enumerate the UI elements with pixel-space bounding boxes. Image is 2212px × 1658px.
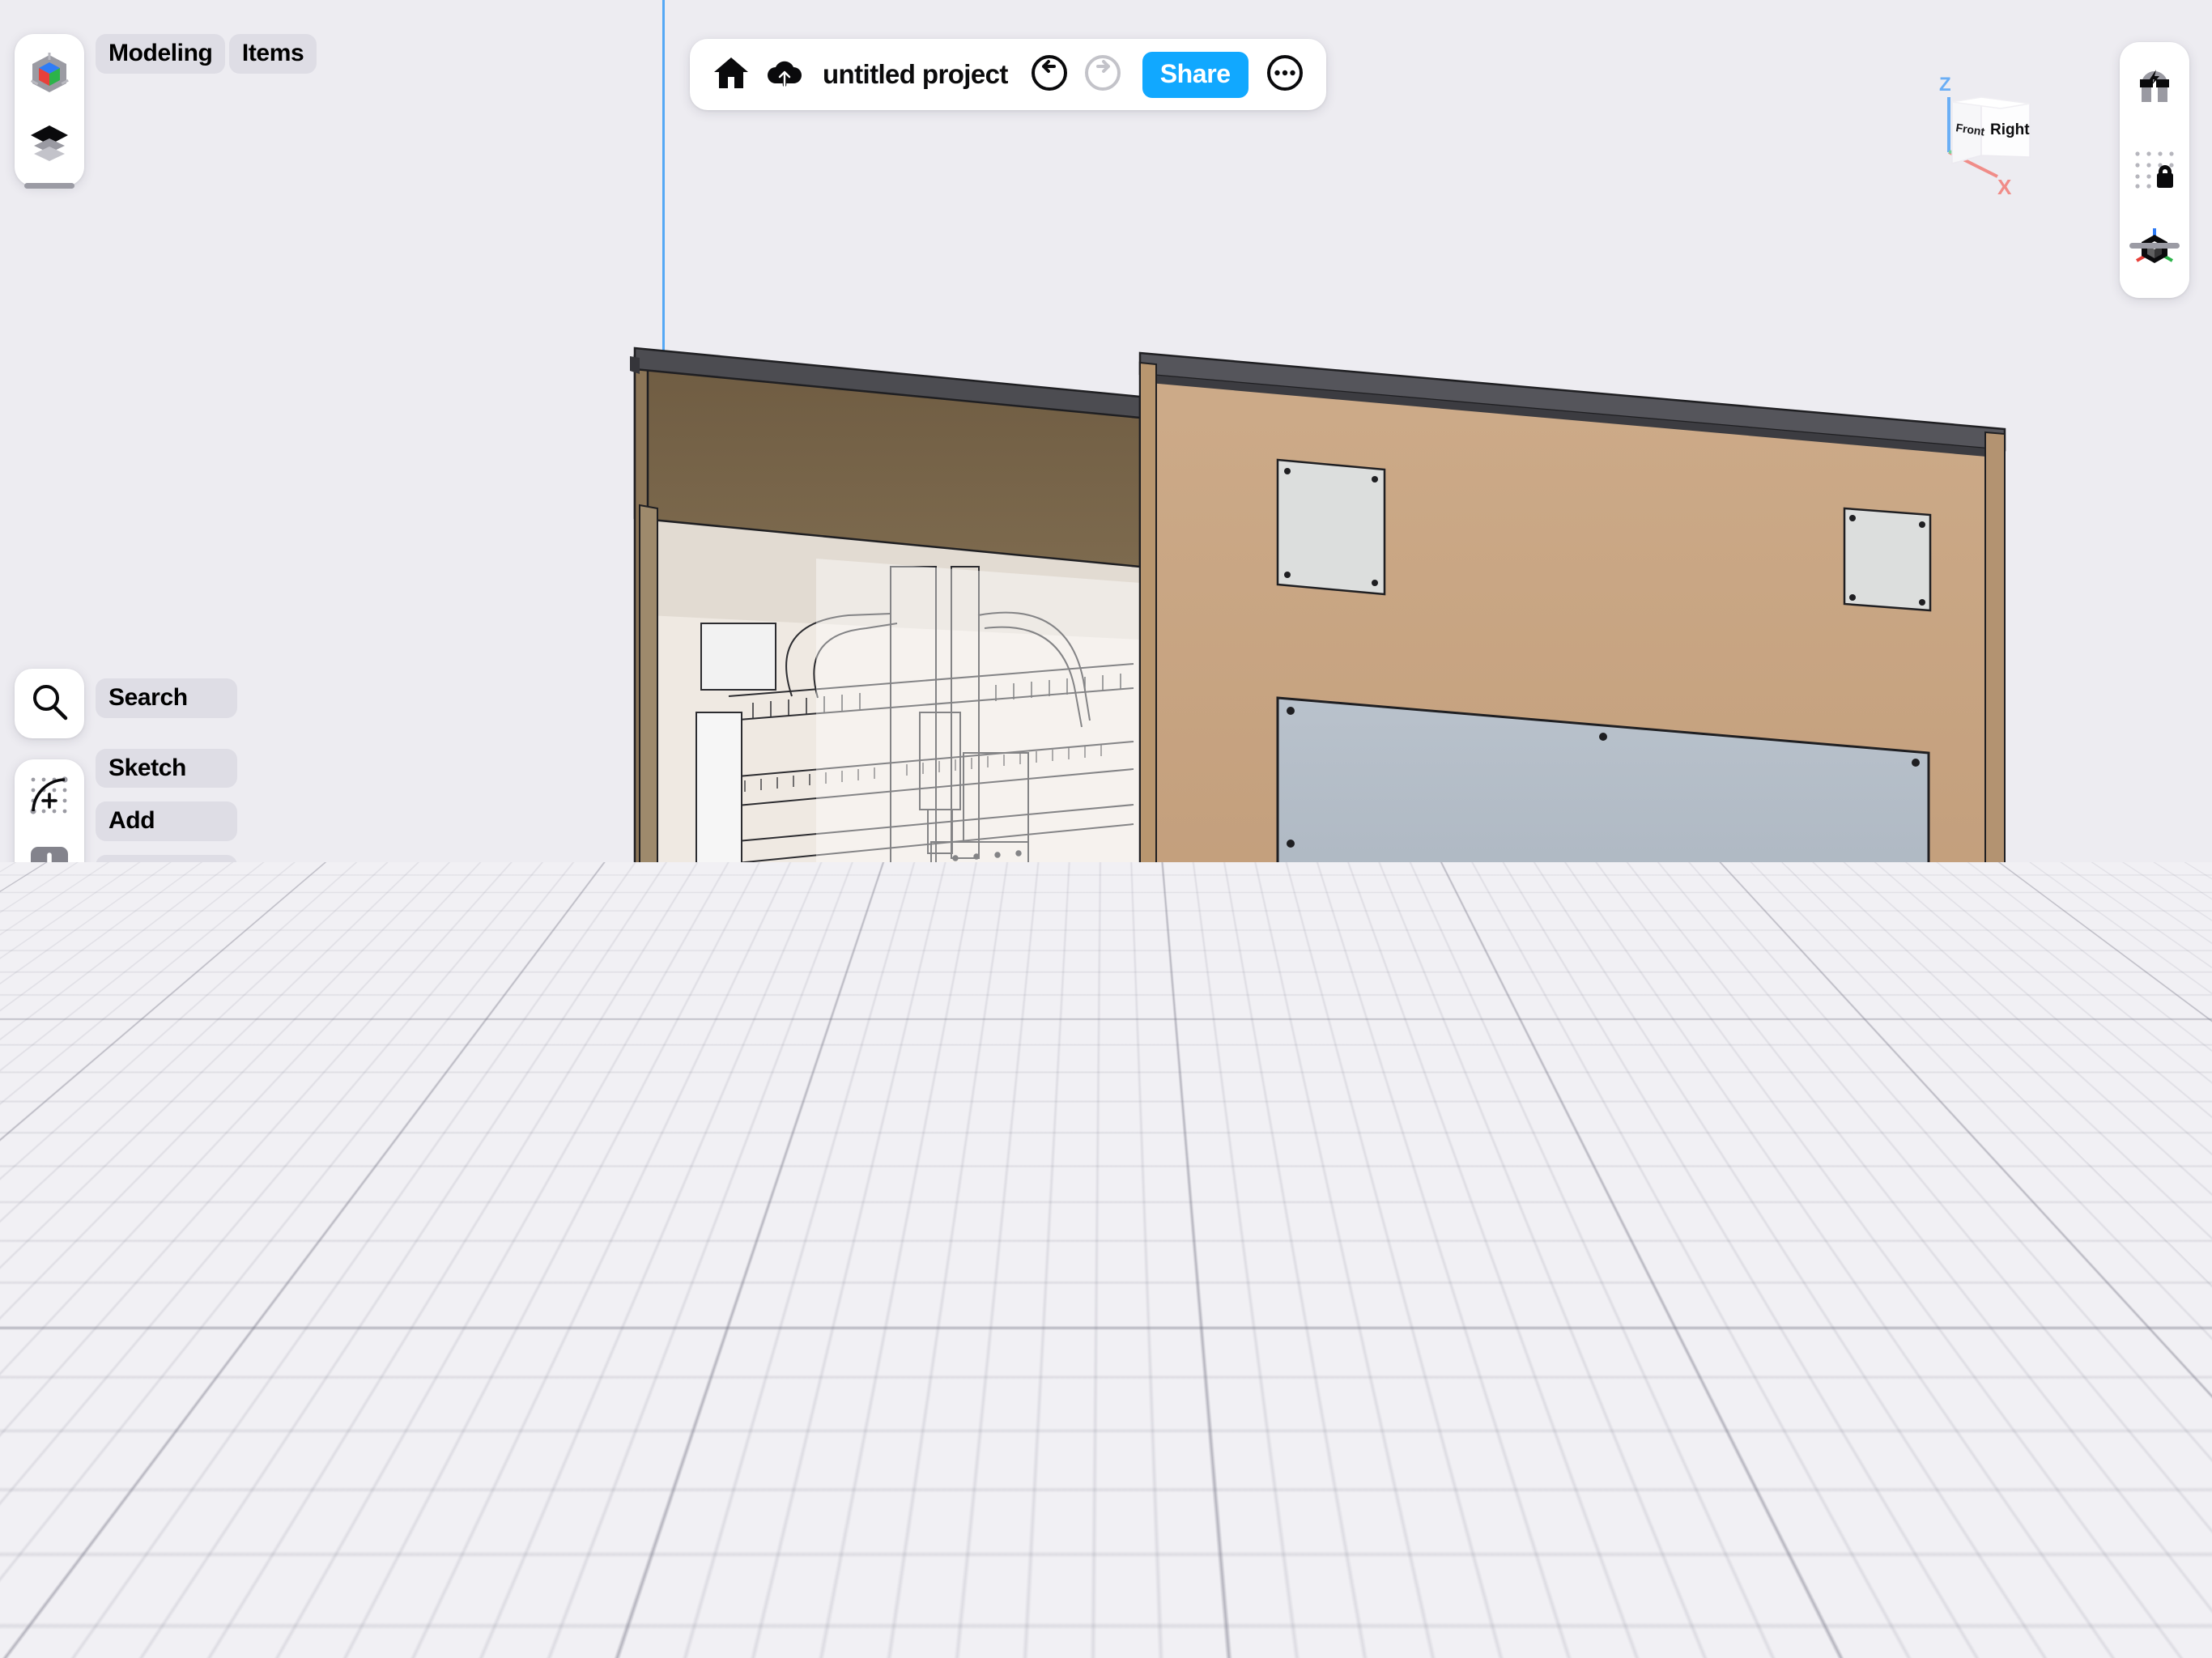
sketch-label[interactable]: Sketch (96, 748, 238, 789)
top-left-panel-grip[interactable] (24, 183, 74, 189)
bottom-left-panel[interactable] (15, 1522, 84, 1658)
undo-icon (1030, 53, 1069, 96)
items-label-text: Items (241, 40, 304, 66)
items-label[interactable]: Items (228, 34, 317, 74)
bottom-left-labels: Section View Off Measure (96, 1514, 393, 1591)
add-icon (29, 845, 70, 890)
measure-tape-icon (28, 1610, 71, 1653)
search-panel[interactable] (15, 669, 84, 738)
add-label-text: Add (108, 807, 155, 835)
more-options-icon (1266, 53, 1304, 96)
section-view-icon (28, 1539, 70, 1585)
grid-lock-button[interactable] (2120, 131, 2189, 209)
measure-button[interactable] (15, 1596, 84, 1658)
view-cube[interactable]: Front Right Z X (1923, 57, 2061, 202)
tools-submenu-indicator-icon (66, 1023, 77, 1034)
cloud-upload-button[interactable] (759, 49, 810, 100)
section-view-status: Off (108, 1547, 133, 1567)
sketch-label-text: Sketch (108, 754, 186, 781)
view-cube-right-label: Right (1990, 121, 2030, 138)
transform-label[interactable]: Transform (96, 854, 238, 895)
layers-icon (29, 124, 70, 167)
add-label[interactable]: Add (96, 801, 238, 841)
view-options-panel[interactable] (2120, 42, 2189, 298)
section-view-label[interactable]: Section View Off (96, 1514, 267, 1574)
transform-label-text: Transform (108, 860, 225, 887)
view-cube-axis-z-label: Z (1939, 74, 1951, 96)
tools-label[interactable]: Tools (96, 908, 238, 947)
tools-button[interactable] (15, 971, 84, 1041)
tools-icon (28, 984, 70, 1030)
section-view-button[interactable] (15, 1527, 84, 1596)
right-panel-grip[interactable] (2129, 243, 2180, 249)
transform-submenu-indicator-icon (66, 954, 77, 964)
search-label-text: Search (108, 684, 188, 711)
home-button[interactable] (706, 49, 756, 100)
search-label[interactable]: Search (96, 678, 238, 718)
3d-viewport[interactable] (0, 0, 2212, 1658)
add-submenu-indicator-icon (66, 884, 77, 895)
more-options-button[interactable] (1260, 49, 1310, 100)
measure-label[interactable]: Measure (270, 1514, 393, 1554)
modeling-cube-icon (28, 52, 71, 100)
left-tools-panel[interactable] (15, 759, 84, 1044)
cnc-machine-model[interactable] (0, 0, 2212, 1658)
search-icon (29, 682, 70, 726)
modeling-label-text: Modeling (108, 40, 213, 66)
tools-label-text: Tools (108, 913, 170, 941)
items-button[interactable] (15, 110, 84, 180)
undo-button[interactable] (1024, 49, 1074, 100)
modeling-label[interactable]: Modeling (96, 34, 226, 74)
project-title[interactable]: untitled project (823, 59, 1008, 90)
sketch-button[interactable] (15, 763, 84, 832)
modeling-panel[interactable] (15, 34, 84, 186)
view-cube-axis-x-label: X (1997, 175, 2012, 199)
grid-lock-icon (2131, 147, 2178, 193)
cloud-upload-icon (766, 56, 803, 94)
magnet-snap-icon (2132, 69, 2177, 116)
redo-icon (1083, 53, 1122, 96)
search-button[interactable] (15, 669, 84, 738)
measure-label-text: Measure (283, 1520, 381, 1546)
transform-icon (28, 914, 70, 960)
bottom-left-panel-grip[interactable] (24, 1502, 74, 1507)
sketch-icon (28, 775, 70, 821)
share-button[interactable]: Share (1142, 51, 1249, 98)
transform-button[interactable] (15, 902, 84, 971)
magnet-snap-button[interactable] (2120, 53, 2189, 131)
main-toolbar[interactable]: untitled project Share (690, 39, 1326, 110)
section-view-label-text: Section View (108, 1520, 254, 1546)
redo-button[interactable] (1078, 49, 1128, 100)
home-icon (713, 54, 750, 96)
modeling-button[interactable] (15, 40, 84, 110)
left-tools-labels: Search Sketch Add Transform Tools (96, 678, 238, 947)
add-button[interactable] (15, 832, 84, 902)
modeling-panel-labels: Modeling Items (96, 34, 317, 87)
